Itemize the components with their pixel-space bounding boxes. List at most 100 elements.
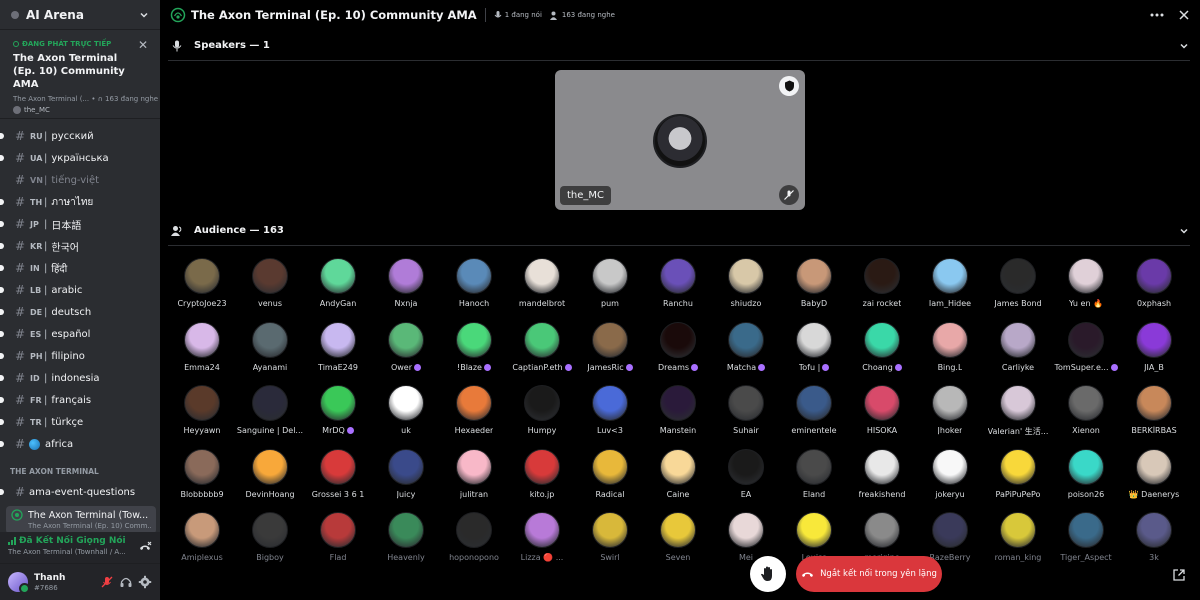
audience-member[interactable]: TimaE249	[304, 321, 372, 386]
audience-member[interactable]: 0xphash	[1120, 258, 1188, 322]
audience-member[interactable]: JIA_B	[1120, 321, 1188, 386]
audience-member[interactable]: Hexaeder	[440, 385, 508, 449]
mic-muted-icon[interactable]	[100, 575, 114, 589]
channel-id[interactable]: # ID | indonesia	[0, 367, 160, 389]
channel-tr[interactable]: # TR | türkçe	[0, 411, 160, 433]
audience-member[interactable]: Sanguine | Del...	[236, 385, 304, 449]
audience-member[interactable]: Ayanami	[236, 321, 304, 386]
channel-de[interactable]: # DE | deutsch	[0, 301, 160, 323]
more-icon[interactable]	[1150, 13, 1164, 17]
audience-member[interactable]: eminentele	[780, 385, 848, 449]
close-icon[interactable]: ✕	[138, 38, 148, 52]
audience-member[interactable]: MrDQ	[304, 385, 372, 449]
audience-member[interactable]: venus	[236, 258, 304, 322]
audience-member[interactable]: AndyGan	[304, 258, 372, 322]
live-stage-card[interactable]: ĐANG PHÁT TRỰC TIẾP ✕ The Axon Terminal …	[4, 36, 158, 116]
voice-channel[interactable]: The Axon Terminal (Townhall / A...	[8, 548, 133, 556]
audience-member[interactable]: Heyyawn	[168, 385, 236, 449]
audience-member[interactable]: Matcha	[712, 321, 780, 386]
audience-member[interactable]: freakishend	[848, 448, 916, 513]
server-header[interactable]: AI Arena	[0, 0, 160, 30]
audience-member[interactable]: Tofu |	[780, 321, 848, 386]
channel-ama-event-questions[interactable]: # ama-event-questions	[0, 481, 160, 503]
audience-member[interactable]: Caine	[644, 448, 712, 513]
gear-icon[interactable]	[138, 575, 152, 589]
audience-member[interactable]: Luv<3	[576, 385, 644, 449]
audience-member[interactable]: Heavenly	[372, 512, 440, 576]
channel-th[interactable]: # TH | ภาษาไทย	[0, 191, 160, 213]
close-icon[interactable]	[1178, 9, 1190, 21]
audience-member[interactable]: PaPiPuPePo	[984, 448, 1052, 513]
avatar[interactable]	[8, 572, 30, 594]
audience-member[interactable]: Iam_Hidee	[916, 258, 984, 322]
channel-africa[interactable]: # africa	[0, 433, 160, 455]
audience-member[interactable]: Nxnja	[372, 258, 440, 322]
audience-member[interactable]: Radical	[576, 448, 644, 513]
audience-member[interactable]: Suhair	[712, 385, 780, 449]
audience-member[interactable]: shiudzo	[712, 258, 780, 322]
channel-vn[interactable]: # VN | tiếng-việt	[0, 169, 160, 191]
audience-member[interactable]: roman_king	[984, 512, 1052, 576]
chevron-down-icon[interactable]	[138, 9, 150, 21]
headphones-icon[interactable]	[119, 575, 133, 589]
raise-hand-button[interactable]	[750, 556, 786, 592]
audience-member[interactable]: Tiger_Aspect	[1052, 512, 1120, 576]
audience-member[interactable]: Bigboy	[236, 512, 304, 576]
leave-quietly-button[interactable]: Ngắt kết nối trong yên lặng	[796, 556, 942, 592]
audience-member[interactable]: mandelbrot	[508, 258, 576, 322]
audience-member[interactable]: BERKİRBAS	[1120, 385, 1188, 449]
audience-member[interactable]: Valerian' 生活...	[984, 385, 1052, 449]
channel-ph[interactable]: # PH | filipino	[0, 345, 160, 367]
channel-fr[interactable]: # FR | français	[0, 389, 160, 411]
audience-member[interactable]: JamesRic	[576, 321, 644, 386]
audience-member[interactable]: Carliyke	[984, 321, 1052, 386]
chevron-down-icon[interactable]	[1178, 225, 1190, 237]
channel-in[interactable]: # IN | हिंदी	[0, 257, 160, 279]
audience-member[interactable]: 👑 Daenerys	[1120, 448, 1188, 513]
audience-member[interactable]: Seven	[644, 512, 712, 576]
audience-member[interactable]: Emma24	[168, 321, 236, 386]
active-stage-channel[interactable]: The Axon Terminal (Tow... The Axon Termi…	[6, 506, 156, 534]
audience-header[interactable]: Audience — 163	[168, 216, 1190, 246]
audience-member[interactable]: Ower	[372, 321, 440, 386]
category-header[interactable]: THE AXON TERMINAL	[0, 455, 160, 481]
audience-member[interactable]: hoponopono	[440, 512, 508, 576]
audience-member[interactable]: Manstein	[644, 385, 712, 449]
channel-jp[interactable]: # JP | 日本語	[0, 213, 160, 235]
audience-member[interactable]: TomSuper.e...	[1052, 321, 1120, 386]
audience-member[interactable]: poison26	[1052, 448, 1120, 513]
audience-member[interactable]: James Bond	[984, 258, 1052, 322]
channel-ru[interactable]: # RU | русский	[0, 125, 160, 147]
audience-member[interactable]: Hanoch	[440, 258, 508, 322]
audience-member[interactable]: Jhoker	[916, 385, 984, 449]
audience-member[interactable]: Xienon	[1052, 385, 1120, 449]
audience-member[interactable]: Flad	[304, 512, 372, 576]
audience-member[interactable]: !Blaze	[440, 321, 508, 386]
audience-member[interactable]: DevinHoang	[236, 448, 304, 513]
channel-lb[interactable]: # LB | arabic	[0, 279, 160, 301]
disconnect-icon[interactable]	[138, 540, 152, 554]
audience-member[interactable]: Swirl	[576, 512, 644, 576]
chevron-down-icon[interactable]	[1178, 40, 1190, 52]
audience-member[interactable]: Grossei 3 6 1	[304, 448, 372, 513]
audience-member[interactable]: 3k	[1120, 512, 1188, 576]
audience-member[interactable]: CryptoJoe23	[168, 258, 236, 322]
audience-member[interactable]: Blobbbbb9	[168, 448, 236, 513]
speakers-header[interactable]: Speakers — 1	[168, 31, 1190, 61]
channel-ua[interactable]: # UA | українська	[0, 147, 160, 169]
audience-member[interactable]: CaptianP.eth	[508, 321, 576, 386]
audience-member[interactable]: kito.jp	[508, 448, 576, 513]
audience-member[interactable]: HISOKA	[848, 385, 916, 449]
audience-member[interactable]: zai rocket	[848, 258, 916, 322]
audience-member[interactable]: uk	[372, 385, 440, 449]
audience-member[interactable]: Bing.L	[916, 321, 984, 386]
channel-kr[interactable]: # KR | 한국어	[0, 235, 160, 257]
audience-member[interactable]: jokeryu	[916, 448, 984, 513]
audience-member[interactable]: Lizza 🔴 ...	[508, 512, 576, 576]
audience-member[interactable]: BabyD	[780, 258, 848, 322]
audience-member[interactable]: Choang	[848, 321, 916, 386]
audience-member[interactable]: pum	[576, 258, 644, 322]
audience-member[interactable]: EA	[712, 448, 780, 513]
audience-member[interactable]: Humpy	[508, 385, 576, 449]
speaker-tile[interactable]: the_MC	[555, 70, 805, 210]
